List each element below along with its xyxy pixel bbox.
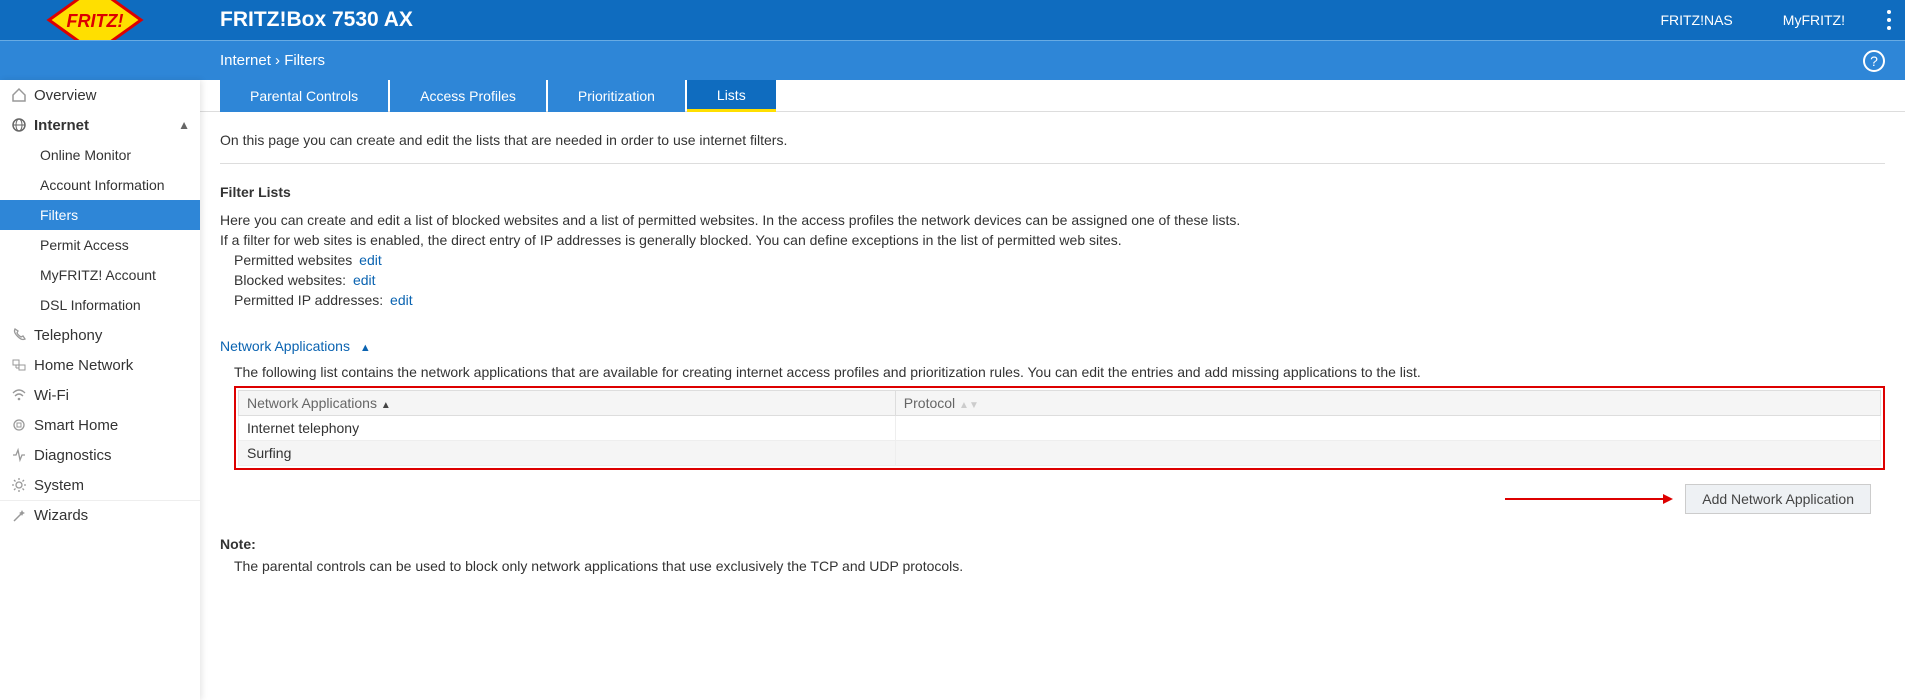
tab-bar: Parental Controls Access Profiles Priori…: [0, 80, 1905, 112]
phone-icon: [8, 327, 30, 343]
tab-parental-controls[interactable]: Parental Controls: [220, 80, 388, 112]
note-body: The parental controls can be used to blo…: [234, 558, 1885, 574]
gear-icon: [8, 477, 30, 493]
tab-access-profiles[interactable]: Access Profiles: [390, 80, 546, 112]
app-header: FRITZ! FRITZ!Box 7530 AX FRITZ!NAS MyFRI…: [0, 0, 1905, 40]
network-applications-table-highlight: Network Applications ▲ Protocol ▲▼ Inter…: [234, 386, 1885, 470]
permitted-websites-line: Permitted websites edit: [234, 252, 1885, 268]
sidebar-sub-permit-access[interactable]: Permit Access: [0, 230, 200, 260]
edit-permitted-ip[interactable]: edit: [390, 292, 413, 308]
sidebar-item-internet[interactable]: Internet ▲: [0, 110, 200, 140]
breadcrumb-bar: Internet › Filters ?: [0, 40, 1905, 80]
sidebar-sub-myfritz-account[interactable]: MyFRITZ! Account: [0, 260, 200, 290]
filter-lists-title: Filter Lists: [220, 184, 1885, 200]
breadcrumb-current: Filters: [284, 52, 325, 69]
sidebar-sub-filters[interactable]: Filters: [0, 200, 200, 230]
page-intro: On this page you can create and edit the…: [220, 132, 1885, 164]
main-content: On this page you can create and edit the…: [200, 112, 1905, 574]
col-protocol[interactable]: Protocol ▲▼: [895, 391, 1880, 416]
sort-icon: ▲▼: [959, 400, 979, 411]
chevron-up-icon: ▲: [178, 118, 190, 132]
smarthome-icon: [8, 417, 30, 433]
globe-icon: [8, 117, 30, 133]
home-icon: [8, 87, 30, 103]
network-applications-toggle[interactable]: Network Applications ▲: [220, 338, 1885, 354]
sidebar-sub-online-monitor[interactable]: Online Monitor: [0, 140, 200, 170]
sidebar-item-wifi[interactable]: Wi-Fi: [0, 380, 200, 410]
tab-prioritization[interactable]: Prioritization: [548, 80, 685, 112]
note-title: Note:: [220, 536, 1885, 552]
add-network-application-button[interactable]: Add Network Application: [1685, 484, 1871, 514]
sidebar-item-smart-home[interactable]: Smart Home: [0, 410, 200, 440]
col-network-applications[interactable]: Network Applications ▲: [239, 391, 896, 416]
sidebar-sub-account-information[interactable]: Account Information: [0, 170, 200, 200]
wand-icon: [8, 508, 30, 524]
svg-text:FRITZ!: FRITZ!: [67, 11, 124, 31]
network-applications-desc: The following list contains the network …: [234, 364, 1885, 380]
sort-icon: ▲: [381, 400, 391, 411]
add-button-row: Add Network Application: [220, 484, 1871, 514]
annotation-arrow: [1505, 498, 1665, 500]
edit-blocked-websites[interactable]: edit: [353, 272, 376, 288]
table-row[interactable]: Surfing: [239, 441, 1881, 466]
sidebar: Overview Internet ▲ Online Monitor Accou…: [0, 80, 200, 700]
header-menu-icon[interactable]: [1887, 10, 1891, 30]
blocked-websites-line: Blocked websites: edit: [234, 272, 1885, 288]
header-links: FRITZ!NAS MyFRITZ!: [1660, 12, 1845, 28]
network-applications-table: Network Applications ▲ Protocol ▲▼ Inter…: [238, 390, 1881, 466]
sidebar-item-overview[interactable]: Overview: [0, 80, 200, 110]
sidebar-item-wizards[interactable]: Wizards: [0, 500, 200, 530]
link-myfritz[interactable]: MyFRITZ!: [1783, 12, 1845, 28]
sidebar-item-system[interactable]: System: [0, 470, 200, 500]
filter-lists-body: Here you can create and edit a list of b…: [220, 212, 1885, 308]
edit-permitted-websites[interactable]: edit: [359, 252, 382, 268]
device-title: FRITZ!Box 7530 AX: [220, 8, 413, 32]
sidebar-item-home-network[interactable]: Home Network: [0, 350, 200, 380]
sidebar-item-diagnostics[interactable]: Diagnostics: [0, 440, 200, 470]
table-row[interactable]: Internet telephony: [239, 416, 1881, 441]
chevron-up-icon: ▲: [360, 342, 371, 354]
network-icon: [8, 357, 30, 373]
filter-lists-desc2: If a filter for web sites is enabled, th…: [220, 232, 1885, 248]
sidebar-item-telephony[interactable]: Telephony: [0, 320, 200, 350]
link-fritznas[interactable]: FRITZ!NAS: [1660, 12, 1732, 28]
sidebar-sub-dsl-information[interactable]: DSL Information: [0, 290, 200, 320]
permitted-ip-line: Permitted IP addresses: edit: [234, 292, 1885, 308]
tab-lists[interactable]: Lists: [687, 80, 776, 112]
filter-lists-desc1: Here you can create and edit a list of b…: [220, 212, 1885, 228]
breadcrumb-parent[interactable]: Internet: [220, 52, 271, 69]
diagnostics-icon: [8, 447, 30, 463]
help-icon[interactable]: ?: [1863, 50, 1885, 72]
wifi-icon: [8, 387, 30, 403]
